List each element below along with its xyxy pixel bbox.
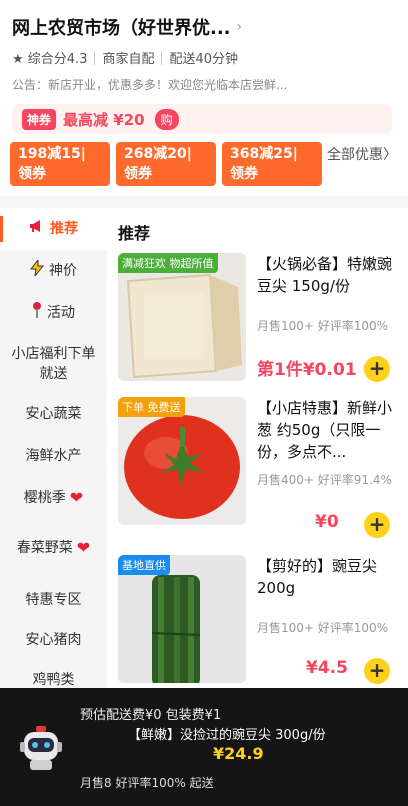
coupon-amount: 268减20|	[124, 146, 192, 162]
sidebar-item-specials[interactable]: 特惠专区	[0, 580, 107, 620]
sidebar-item-recommend[interactable]: 推荐	[0, 208, 107, 250]
megaphone-icon	[29, 219, 45, 239]
sidebar-item-label: 特惠专区	[25, 592, 82, 608]
cart-item-name: 【鲜嫩】没捡过的豌豆尖 300g/份	[128, 728, 326, 743]
product-tag: 基地直供	[118, 555, 170, 575]
product-price: 第1件¥0.01 ¥	[257, 355, 371, 380]
cart-bar[interactable]: 预估配送费¥0 包装费¥1 【鲜嫩】没捡过的豌豆尖 300g/份 ¥24.9 月…	[0, 688, 408, 806]
pin-icon	[32, 302, 42, 324]
sidebar-item-vegetables[interactable]: 安心蔬菜	[0, 394, 107, 434]
add-to-cart-button[interactable]: +	[364, 356, 390, 382]
heart-icon: ❤	[76, 538, 91, 557]
sidebar-item-label: 神价	[49, 263, 77, 279]
product-name: 【火锅必备】特嫩豌豆尖 150g/份	[257, 255, 393, 295]
sidebar-item-label: 小店福利下单就送	[11, 346, 96, 382]
coupon-amount: 368减25|	[230, 146, 298, 162]
sidebar-item-activity[interactable]: 活动	[0, 292, 107, 334]
product-name: 【剪好的】豌豆尖200g	[257, 557, 378, 597]
cart-item-sales: 月售8 好评率100% 起送	[80, 776, 214, 790]
product-tag: 满减狂欢 物超所值	[118, 253, 218, 273]
sidebar-item-label: 樱桃季	[23, 490, 66, 506]
product-price: ¥0	[315, 512, 339, 532]
product-image-tofu-pea[interactable]: 满减狂欢 物超所值	[118, 253, 246, 381]
max-cut-text: 最高减 ¥20	[63, 110, 145, 129]
all-coupons-link[interactable]: 全部优惠〉	[327, 145, 397, 165]
sidebar-item-pork[interactable]: 安心猪肉	[0, 620, 107, 660]
sidebar-item-label: 海鲜水产	[25, 448, 82, 464]
product-tag: 下单 免费送	[118, 397, 185, 417]
lightning-icon	[29, 258, 45, 282]
product-sales: 月售100+ 好评率100%	[257, 319, 389, 333]
section-divider	[0, 196, 408, 208]
delivery-by: 商家自配	[102, 52, 155, 67]
product-price: ¥4.5	[306, 658, 348, 678]
add-to-cart-button[interactable]: +	[364, 658, 390, 684]
category-sidebar: 推荐 神价 活动 小店福利下单就送 安心蔬菜 海鲜水产 樱桃季 ❤ 春菜野菜 ❤…	[0, 208, 107, 688]
delivery-time: 配送40分钟	[169, 52, 239, 67]
promo-strip[interactable]: 神券 最高减 ¥20 购	[12, 104, 392, 134]
sidebar-item-label: 春菜野菜	[16, 540, 73, 556]
sidebar-item-spring-greens[interactable]: 春菜野菜 ❤	[0, 524, 107, 572]
delivery-fee-text: 预估配送费¥0 包装费¥1	[80, 708, 222, 723]
store-notice[interactable]: 公告：新店开业，优惠多多！欢迎您光临本店尝鲜...	[12, 76, 342, 93]
sidebar-item-seafood[interactable]: 海鲜水产	[0, 436, 107, 476]
product-card[interactable]: 下单 免费送 【小店特惠】新鲜小葱 约50g（只限一份，多点不... 月售400…	[118, 397, 400, 538]
shen-coupon-badge: 神券	[22, 108, 57, 130]
sidebar-item-label: 安心猪肉	[25, 632, 82, 648]
sidebar-item-label: 鸡鸭类	[32, 672, 75, 688]
chevron-right-icon: ›	[236, 19, 243, 35]
sidebar-item-label: 推荐	[50, 221, 78, 237]
product-image-cucumber[interactable]: 基地直供	[118, 555, 246, 683]
heart-icon: ❤	[69, 488, 84, 507]
divider	[94, 50, 96, 65]
sidebar-item-label: 安心蔬菜	[25, 406, 82, 422]
coupon-action: 领券	[18, 166, 46, 182]
product-card[interactable]: 基地直供 【剪好的】豌豆尖200g 月售100+ 好评率100% ¥4.5 +	[118, 555, 400, 685]
sidebar-item-cherry[interactable]: 樱桃季 ❤	[0, 478, 107, 518]
coupon-action: 领券	[230, 166, 258, 182]
store-title: 网上农贸市场（好世界优...	[12, 18, 231, 39]
section-title: 推荐	[118, 224, 151, 243]
divider	[161, 50, 163, 65]
sidebar-item-shenjia[interactable]: 神价	[0, 250, 107, 292]
price-value: 第1件¥0.01	[257, 360, 357, 380]
product-card[interactable]: 满减狂欢 物超所值 【火锅必备】特嫩豌豆尖 150g/份 月售100+ 好评率1…	[118, 253, 400, 383]
coupon-action: 领券	[124, 166, 152, 182]
rating: ★ 综合分4.3	[12, 52, 88, 67]
coupon-3[interactable]: 368减25| 领券	[222, 142, 322, 186]
product-image-tomato[interactable]: 下单 免费送	[118, 397, 246, 525]
product-name: 【小店特惠】新鲜小葱 约50g（只限一份，多点不...	[257, 399, 393, 461]
coupon-1[interactable]: 198减15| 领券	[10, 142, 110, 186]
sidebar-item-label: 活动	[47, 305, 75, 321]
sidebar-item-welfare[interactable]: 小店福利下单就送	[0, 338, 107, 390]
store-title-row[interactable]: 网上农贸市场（好世界优... ›	[12, 14, 242, 40]
coupon-amount: 198减15|	[18, 146, 86, 162]
product-sales: 月售400+ 好评率91.4%	[257, 473, 392, 487]
coupon-2[interactable]: 268减20| 领券	[116, 142, 216, 186]
store-meta: ★ 综合分4.3 商家自配 配送40分钟	[12, 48, 238, 67]
buy-button[interactable]: 购	[154, 108, 179, 130]
cart-item-price: ¥24.9	[213, 744, 264, 763]
product-sales: 月售100+ 好评率100%	[257, 621, 389, 635]
robot-icon[interactable]	[18, 724, 64, 772]
add-to-cart-button[interactable]: +	[364, 512, 390, 538]
